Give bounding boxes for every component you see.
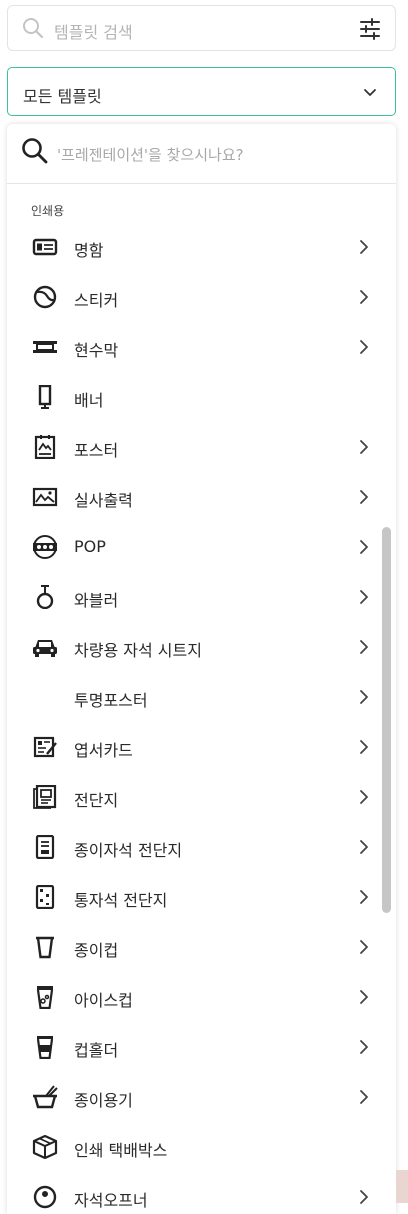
chevron-right-icon (359, 589, 369, 609)
full-magnet-flyer-icon (32, 884, 58, 910)
chevron-right-icon (359, 1039, 369, 1059)
ice-cup-icon (32, 985, 58, 1010)
category-item-label: 투명포스터 (74, 691, 148, 710)
category-item-standing-banner[interactable]: 배너 (7, 372, 396, 422)
category-item-business-card[interactable]: 명함 (7, 222, 396, 272)
category-item-banner-frame[interactable]: 현수막 (7, 322, 396, 372)
category-item-paper-bowl[interactable]: 종이용기 (7, 1072, 396, 1122)
category-item-label: 포스터 (74, 441, 119, 460)
category-item-postcard[interactable]: 엽서카드 (7, 722, 396, 772)
filter-sliders-icon[interactable] (359, 18, 381, 44)
search-icon (21, 137, 49, 169)
chevron-down-icon (363, 85, 377, 104)
chevron-right-icon (359, 489, 369, 509)
category-item-pop[interactable]: POP (7, 522, 396, 572)
dropdown-scrollbar[interactable] (382, 527, 391, 913)
paper-bowl-icon (32, 1085, 58, 1109)
banner-frame-icon (32, 335, 58, 359)
chevron-right-icon (359, 789, 369, 809)
postcard-icon (32, 735, 58, 759)
chevron-right-icon (359, 639, 369, 659)
search-placeholder: 템플릿 검색 (54, 23, 133, 42)
chevron-right-icon (359, 689, 369, 709)
business-card-icon (32, 235, 58, 259)
chevron-right-icon (359, 239, 369, 259)
category-item-poster[interactable]: 포스터 (7, 422, 396, 472)
opener-icon (32, 1185, 58, 1209)
category-item-label: 종이자석 전단지 (74, 841, 183, 860)
chevron-right-icon (359, 839, 369, 859)
photo-print-icon (32, 485, 58, 509)
category-item-magnet-opener[interactable]: 자석오프너 (7, 1172, 396, 1214)
category-item-paper-cup[interactable]: 종이컵 (7, 922, 396, 972)
chevron-right-icon (359, 289, 369, 309)
chevron-right-icon (359, 939, 369, 959)
category-item-label: 차량용 자석 시트지 (74, 641, 202, 660)
dropdown-search[interactable]: '프레젠테이션'을 찾으시나요? (7, 124, 396, 184)
category-item-full-magnet-flyer[interactable]: 통자석 전단지 (7, 872, 396, 922)
category-item-cup-holder[interactable]: 컵홀더 (7, 1022, 396, 1072)
category-item-magnet-flyer[interactable]: 종이자석 전단지 (7, 822, 396, 872)
category-item-label: 실사출력 (74, 491, 133, 510)
select-value: 모든 템플릿 (23, 87, 102, 106)
chevron-right-icon (359, 339, 369, 359)
chevron-right-icon (359, 1189, 369, 1209)
category-item-ice-cup[interactable]: 아이스컵 (7, 972, 396, 1022)
standing-banner-icon (32, 384, 58, 409)
category-item-photo-print[interactable]: 실사출력 (7, 472, 396, 522)
dropdown-search-placeholder: '프레젠테이션'을 찾으시나요? (57, 146, 244, 164)
cup-holder-icon (32, 1035, 58, 1060)
category-item-label: 종이컵 (74, 941, 119, 960)
section-title: 인쇄용 (31, 204, 65, 218)
background-image-edge (396, 1170, 408, 1203)
category-item-label: 명함 (74, 241, 104, 260)
chevron-right-icon (359, 1089, 369, 1109)
template-category-select[interactable]: 모든 템플릿 (7, 67, 396, 116)
search-icon (22, 17, 44, 43)
chevron-right-icon (359, 439, 369, 459)
category-item-label: 자석오프너 (74, 1191, 148, 1210)
category-item-label: 엽서카드 (74, 741, 133, 760)
category-item-sticker[interactable]: 스티커 (7, 272, 396, 322)
category-item-delivery-box[interactable]: 인쇄 택배박스 (7, 1122, 396, 1172)
chevron-right-icon (359, 739, 369, 759)
category-item-flyer[interactable]: 전단지 (7, 772, 396, 822)
category-item-car-magnet[interactable]: 차량용 자석 시트지 (7, 622, 396, 672)
category-item-label: 아이스컵 (74, 991, 133, 1010)
category-item-label: POP (74, 537, 106, 556)
box-icon (32, 1134, 58, 1160)
category-item-wobbler[interactable]: 와블러 (7, 572, 396, 622)
category-item-label: 현수막 (74, 341, 119, 360)
flyer-icon (32, 784, 58, 809)
paper-cup-icon (32, 935, 58, 959)
pop-badge-icon (32, 535, 58, 559)
poster-icon (32, 435, 58, 460)
category-item-label: 통자석 전단지 (74, 891, 168, 910)
category-item-label: 와블러 (74, 591, 119, 610)
chevron-right-icon (359, 889, 369, 909)
category-item-clear-poster[interactable]: 투명포스터 (7, 672, 396, 722)
category-list: 명함 스티커 현수막 배너 포스터 실사출력 POP 와블러 차량용 자석 시트… (7, 222, 396, 1214)
category-item-label: 배너 (74, 391, 104, 410)
magnet-flyer-icon (32, 834, 58, 860)
car-icon (32, 635, 58, 659)
category-item-label: 스티커 (74, 291, 119, 310)
category-item-label: 컵홀더 (74, 1041, 119, 1060)
category-item-label: 전단지 (74, 791, 119, 810)
wobbler-icon (32, 585, 58, 610)
category-dropdown: '프레젠테이션'을 찾으시나요? 인쇄용 명함 스티커 현수막 배너 포스터 실… (7, 124, 396, 1214)
chevron-right-icon (359, 989, 369, 1009)
category-item-label: 인쇄 택배박스 (74, 1141, 168, 1160)
template-search-bar[interactable]: 템플릿 검색 (7, 5, 396, 51)
chevron-right-icon (359, 539, 369, 559)
sticker-icon (32, 285, 58, 309)
category-item-label: 종이용기 (74, 1091, 133, 1110)
